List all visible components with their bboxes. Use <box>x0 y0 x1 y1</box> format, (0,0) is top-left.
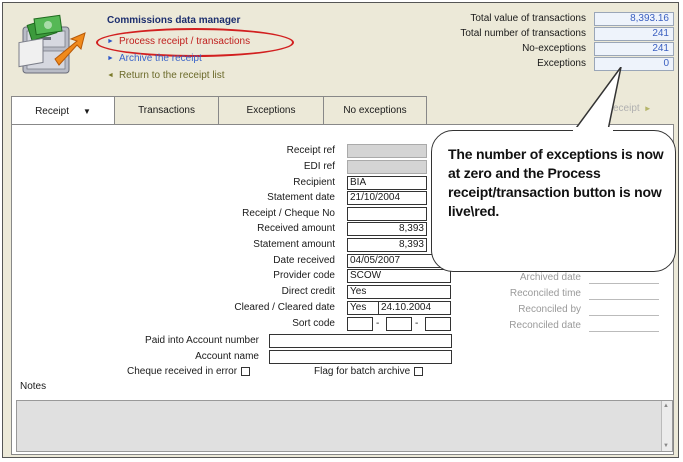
statement-amount-label: Statement amount <box>253 239 335 250</box>
recipient-field[interactable]: BIA <box>347 176 427 190</box>
provider-code-field[interactable]: SCOW <box>347 269 451 283</box>
stat-label: Total number of transactions <box>460 28 586 39</box>
return-receipt-list-label: Return to the receipt list <box>118 70 225 81</box>
direct-credit-label: Direct credit <box>281 286 335 297</box>
archived-date-field <box>589 272 659 284</box>
tab-receipt[interactable]: Receipt ▼ <box>11 96 115 125</box>
reconciled-date-label: Reconciled date <box>509 320 581 331</box>
annotation-callout: The number of exceptions is now at zero … <box>431 130 676 272</box>
stat-total-number: Total number of transactions 241 <box>460 26 674 41</box>
reconciled-date-field <box>589 320 659 332</box>
cleared-field[interactable]: Yes <box>347 301 379 315</box>
stat-value: 8,393.16 <box>594 11 674 26</box>
tab-label: Exceptions <box>246 105 296 116</box>
sort-code-separator: - <box>376 318 380 329</box>
tab-transactions[interactable]: Transactions <box>114 96 219 124</box>
reconciled-by-field <box>589 304 659 316</box>
transaction-stats: Total value of transactions 8,393.16 Tot… <box>460 11 674 71</box>
callout-pointer <box>570 67 622 135</box>
tab-no-exceptions[interactable]: No exceptions <box>323 96 427 124</box>
callout-text: The number of exceptions is now at zero … <box>448 146 664 219</box>
flag-batch-checkbox[interactable] <box>414 367 424 376</box>
sort-code-label: Sort code <box>292 318 335 329</box>
flag-batch-label: Flag for batch archive <box>314 366 411 377</box>
received-amount-label: Received amount <box>257 223 335 234</box>
edi-ref-label: EDI ref <box>303 161 335 172</box>
flag-batch-row: Flag for batch archive <box>314 366 424 377</box>
reconciled-time-label: Reconciled time <box>509 288 581 299</box>
stat-total-value: Total value of transactions 8,393.16 <box>460 11 674 26</box>
stat-value: 241 <box>594 26 674 41</box>
account-name-field[interactable] <box>269 350 452 364</box>
scroll-up-icon[interactable]: ▲ <box>663 403 669 409</box>
paid-into-field[interactable] <box>269 334 452 348</box>
date-received-label: Date received <box>273 255 335 266</box>
tab-exceptions[interactable]: Exceptions <box>218 96 324 124</box>
cheque-error-label: Cheque received in error <box>127 366 238 377</box>
tab-label: No exceptions <box>343 105 407 116</box>
tab-label: Receipt <box>35 105 69 117</box>
statement-date-label: Statement date <box>267 192 335 203</box>
stat-label: Total value of transactions <box>470 13 586 24</box>
sort-code-separator: - <box>415 318 419 329</box>
cheque-error-row: Cheque received in error <box>127 366 251 377</box>
forward-arrow-icon: ► <box>643 104 652 113</box>
received-amount-field[interactable]: 8,393 <box>347 222 427 236</box>
tab-bar: Receipt ▼ Transactions Exceptions No exc… <box>11 96 427 125</box>
sort-code-1-field[interactable] <box>347 317 373 331</box>
play-arrow-icon: ► <box>107 55 114 62</box>
stat-label: No-exceptions <box>522 43 586 54</box>
notes-label: Notes <box>20 381 47 392</box>
return-receipt-list-link[interactable]: ◄ Return to the receipt list <box>107 70 225 81</box>
receipt-cheque-no-field[interactable] <box>347 207 427 221</box>
archive-receipt-link[interactable]: ► Archive the receipt <box>107 53 202 64</box>
direct-credit-field[interactable]: Yes <box>347 285 451 299</box>
receipt-ref-field <box>347 144 427 158</box>
back-arrow-icon: ◄ <box>107 72 114 79</box>
paid-into-label: Paid into Account number <box>145 335 259 346</box>
statement-date-field[interactable]: 21/10/2004 <box>347 191 427 205</box>
tab-label: Transactions <box>138 105 195 116</box>
archived-date-label: Archived date <box>519 272 581 283</box>
app-window: Commissions data manager ► Process recei… <box>2 2 679 458</box>
sort-code-2-field[interactable] <box>386 317 412 331</box>
edi-ref-field <box>347 160 427 174</box>
provider-code-label: Provider code <box>273 270 335 281</box>
callout-pointer-joint <box>573 127 613 133</box>
receipt-ref-label: Receipt ref <box>286 145 335 156</box>
commissions-logo-icon <box>18 14 86 74</box>
reconciled-time-field <box>589 288 659 300</box>
scroll-down-icon[interactable]: ▼ <box>663 443 669 449</box>
cheque-error-checkbox[interactable] <box>241 367 251 376</box>
statement-amount-field[interactable]: 8,393 <box>347 238 427 252</box>
dropdown-triangle-icon: ▼ <box>82 106 91 116</box>
cleared-date-field[interactable]: 24.10.2004 <box>378 301 451 315</box>
account-name-label: Account name <box>195 351 259 362</box>
stat-value: 241 <box>594 41 674 56</box>
reconciled-by-label: Reconciled by <box>518 304 581 315</box>
notes-scrollbar[interactable]: ▲ ▼ <box>661 401 672 451</box>
archive-receipt-label: Archive the receipt <box>118 53 202 64</box>
cleared-label: Cleared / Cleared date <box>234 302 335 313</box>
stat-no-exceptions: No-exceptions 241 <box>460 41 674 56</box>
sort-code-3-field[interactable] <box>425 317 451 331</box>
notes-textarea[interactable]: ▲ ▼ <box>16 400 673 452</box>
receipt-cheque-no-label: Receipt / Cheque No <box>242 208 335 219</box>
recipient-label: Recipient <box>293 177 335 188</box>
app-title: Commissions data manager <box>107 15 241 26</box>
